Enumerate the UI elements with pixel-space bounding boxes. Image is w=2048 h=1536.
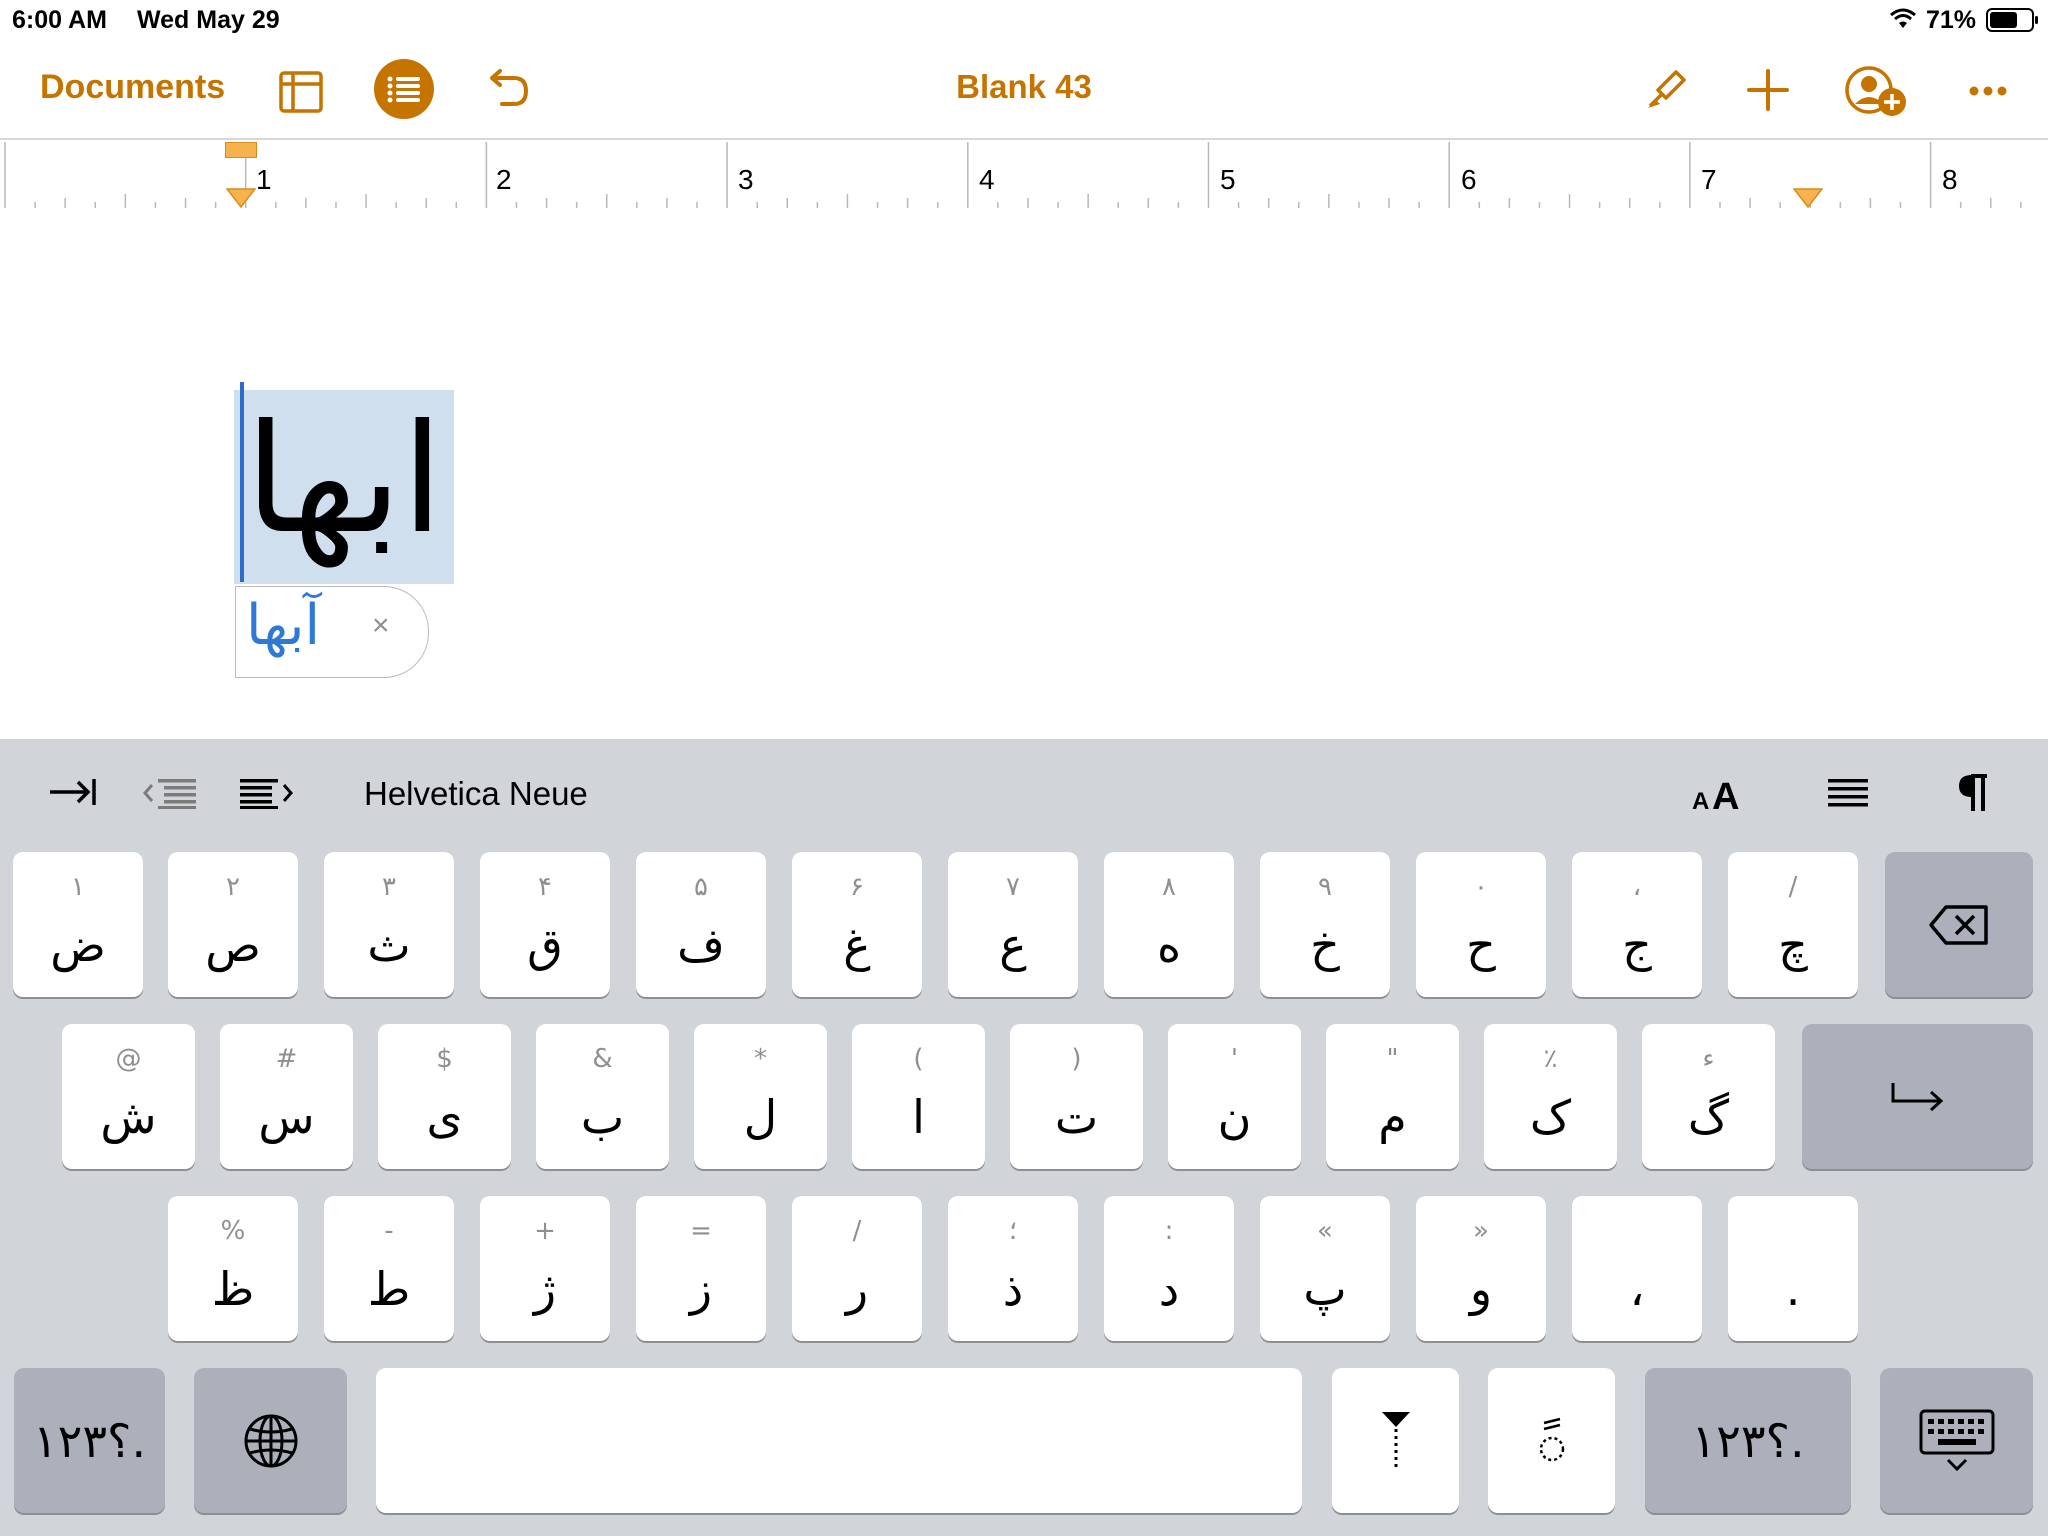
key-feh[interactable]: ۵ف	[636, 852, 766, 997]
return-key[interactable]	[1802, 1024, 2033, 1169]
svg-text:A: A	[1692, 788, 1709, 813]
status-date: Wed May 29	[137, 6, 280, 34]
numbers-key-left[interactable]: ۱۲۳؟.	[14, 1368, 165, 1513]
ruler-number: 6	[1461, 164, 1477, 195]
key-sad[interactable]: ۲ص	[168, 852, 298, 997]
keyboard: Helvetica Neue AA ۱ض ۲ص ۳ث ۴ق ۵ف ۶غ ۷ع ۸…	[0, 739, 2048, 1536]
more-icon[interactable]	[1968, 84, 2008, 102]
font-size-icon[interactable]: AA	[1690, 775, 1750, 818]
key-zain[interactable]: = ز	[636, 1196, 766, 1341]
key-meem[interactable]: " م	[1326, 1024, 1459, 1169]
ruler-number: 3	[738, 164, 754, 195]
key-period[interactable]: .	[1728, 1196, 1858, 1341]
key-dal[interactable]: :د	[1104, 1196, 1234, 1341]
key-beh[interactable]: & ب	[536, 1024, 669, 1169]
key-reh[interactable]: / ر	[792, 1196, 922, 1341]
list-icon[interactable]	[374, 59, 434, 119]
key-dad[interactable]: ۱ض	[13, 852, 143, 997]
key-noon[interactable]: ' ن	[1168, 1024, 1301, 1169]
diacritic-key[interactable]	[1488, 1368, 1615, 1513]
key-alef[interactable]: (ا	[852, 1024, 985, 1169]
wifi-icon	[1888, 8, 1918, 35]
cursor-marker-icon	[1332, 1368, 1459, 1513]
key-thal[interactable]: ؛ ذ	[948, 1196, 1078, 1341]
document-text[interactable]: ابها	[234, 385, 454, 579]
globe-icon	[194, 1368, 347, 1513]
ruler-number: 2	[496, 164, 512, 195]
right-indent-marker[interactable]	[1792, 188, 1824, 213]
numbers-key-right[interactable]: ۱۲۳؟.	[1645, 1368, 1851, 1513]
key-zah[interactable]: % ظ	[168, 1196, 298, 1341]
tab-icon[interactable]	[46, 775, 98, 814]
tanween-icon	[1488, 1368, 1615, 1513]
key-gaf[interactable]: ءگ	[1642, 1024, 1775, 1169]
key-comma[interactable]: ،	[1572, 1196, 1702, 1341]
align-icon[interactable]	[1826, 777, 1870, 816]
hide-keyboard-key[interactable]	[1880, 1368, 2033, 1513]
key-seen[interactable]: # س	[220, 1024, 353, 1169]
key-sheen[interactable]: @ ش	[62, 1024, 195, 1169]
key-teh[interactable]: ) ت	[1010, 1024, 1143, 1169]
dictation-cursor-key[interactable]	[1332, 1368, 1459, 1513]
increase-indent-icon[interactable]	[238, 777, 296, 814]
ruler[interactable]: 1 2 3 4 5 6 7 8	[0, 138, 2048, 212]
key-lam[interactable]: * ل	[694, 1024, 827, 1169]
first-line-indent-marker[interactable]	[225, 142, 257, 158]
collaborate-icon[interactable]	[1844, 64, 1910, 125]
globe-key[interactable]	[194, 1368, 347, 1513]
ruler-number: 1	[256, 164, 272, 195]
key-khah[interactable]: ۹خ	[1260, 852, 1390, 997]
left-indent-marker[interactable]	[225, 188, 257, 213]
delete-key[interactable]	[1885, 852, 2033, 997]
ruler-number: 8	[1942, 164, 1958, 195]
key-heh[interactable]: ۸ه	[1104, 852, 1234, 997]
plus-icon[interactable]	[1746, 68, 1790, 117]
font-name-button[interactable]: Helvetica Neue	[364, 775, 588, 813]
key-jeh[interactable]: + ژ	[480, 1196, 610, 1341]
battery-level	[1990, 12, 2017, 28]
paragraph-icon[interactable]	[1956, 771, 1990, 818]
documents-button[interactable]: Documents	[40, 68, 225, 107]
suggestion-text[interactable]: آبها	[246, 593, 320, 658]
document-title[interactable]: Blank 43	[956, 68, 1092, 105]
battery-icon	[1986, 8, 2038, 32]
return-icon	[1802, 1024, 2033, 1169]
text-cursor	[240, 382, 244, 582]
undo-icon[interactable]	[484, 68, 530, 115]
format-brush-icon[interactable]	[1644, 68, 1688, 117]
keyboard-dismiss-icon	[1880, 1368, 2033, 1513]
ruler-number: 4	[979, 164, 995, 195]
ruler-number: 7	[1701, 164, 1717, 195]
key-qaf[interactable]: ۴ق	[480, 852, 610, 997]
battery-percent: 71%	[1925, 6, 1976, 34]
key-yeh[interactable]: $ ی	[378, 1024, 511, 1169]
svg-text:A: A	[1712, 776, 1739, 813]
key-tcheh[interactable]: / چ	[1728, 852, 1858, 997]
delete-icon	[1885, 852, 2033, 997]
keyboard-shortcut-bar: Helvetica Neue AA	[0, 739, 2048, 849]
key-jeem[interactable]: ، ج	[1572, 852, 1702, 997]
key-tah[interactable]: -ط	[324, 1196, 454, 1341]
key-theh[interactable]: ۳ث	[324, 852, 454, 997]
status-time: 6:00 AM	[12, 6, 107, 34]
decrease-indent-icon[interactable]	[142, 777, 200, 814]
key-hah[interactable]: ۰ح	[1416, 852, 1546, 997]
key-keheh[interactable]: ٪ ک	[1484, 1024, 1617, 1169]
ruler-number: 5	[1220, 164, 1236, 195]
key-waw[interactable]: » و	[1416, 1196, 1546, 1341]
autocorrect-suggestion[interactable]: آبها ×	[235, 586, 429, 678]
ruler-ticks	[4, 142, 2022, 208]
key-ghain[interactable]: ۶غ	[792, 852, 922, 997]
key-ain[interactable]: ۷ع	[948, 852, 1078, 997]
close-icon[interactable]: ×	[372, 609, 390, 643]
key-peh[interactable]: «پ	[1260, 1196, 1390, 1341]
view-options-icon[interactable]	[278, 70, 324, 119]
space-key[interactable]	[376, 1368, 1302, 1513]
